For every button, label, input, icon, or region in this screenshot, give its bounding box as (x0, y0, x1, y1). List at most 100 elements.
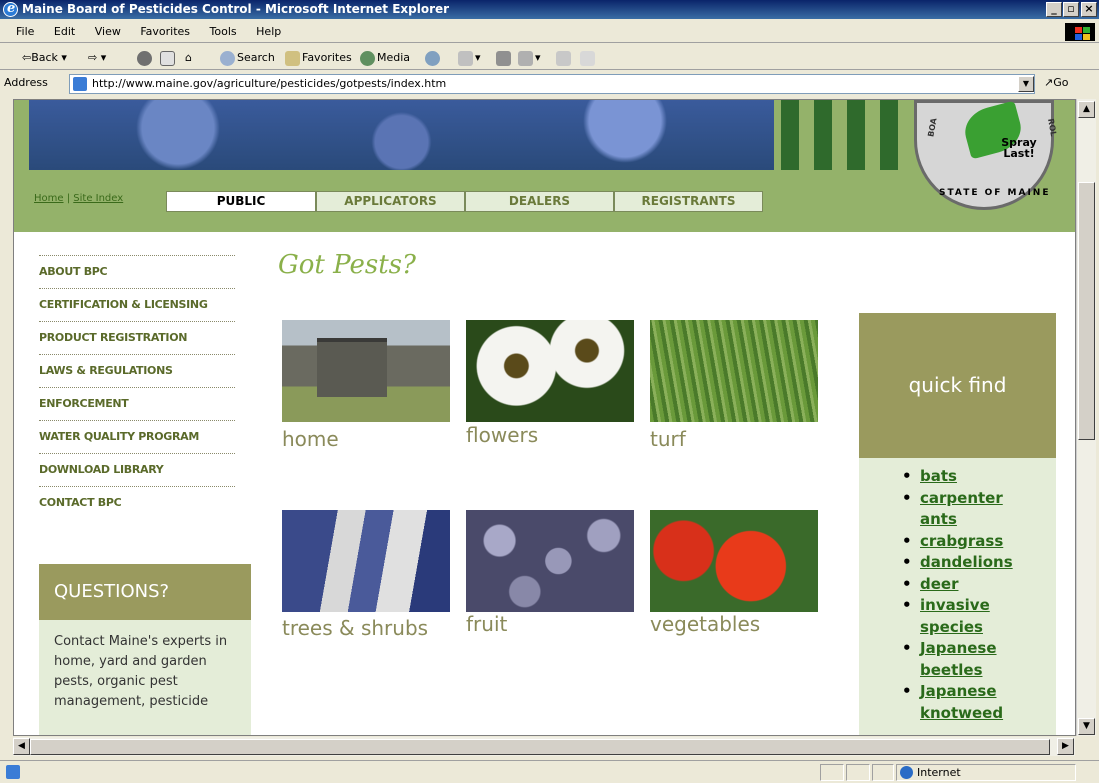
globe-icon (900, 766, 913, 779)
status-pane (872, 764, 894, 781)
quick-find-link[interactable]: Japanese beetles (920, 639, 997, 679)
turf-label[interactable]: turf (650, 427, 686, 451)
menu-tools[interactable]: Tools (210, 25, 237, 38)
search-button[interactable]: Search (220, 49, 275, 66)
flowers-image[interactable] (466, 320, 634, 422)
menu-edit[interactable]: Edit (54, 25, 75, 38)
messenger-button[interactable] (580, 49, 597, 66)
mail-button[interactable]: ▾ (458, 49, 481, 66)
search-icon (220, 50, 235, 66)
quick-find-panel: bats carpenter ants crabgrass dandelions… (859, 458, 1056, 735)
nav-product-registration[interactable]: PRODUCT REGISTRATION (39, 321, 235, 354)
quick-find-link[interactable]: carpenter ants (920, 489, 1003, 529)
media-button[interactable]: Media (360, 49, 410, 66)
quick-find-link[interactable]: crabgrass (920, 532, 1003, 550)
tab-applicators[interactable]: APPLICATORS (316, 191, 465, 212)
nav-contact-bpc[interactable]: CONTACT BPC (39, 486, 235, 519)
menu-bar: File Edit View Favorites Tools Help (0, 21, 1099, 43)
ie-icon: e (3, 1, 18, 17)
forward-arrow-icon: ⇨ (88, 51, 98, 64)
nav-about-bpc[interactable]: ABOUT BPC (39, 255, 235, 288)
back-button[interactable]: ⇦Back ▾ (22, 49, 67, 66)
quick-find-link[interactable]: bats (920, 467, 957, 485)
print-button[interactable] (496, 49, 513, 66)
flowers-label[interactable]: flowers (466, 423, 538, 447)
quick-find-link[interactable]: deer (920, 575, 958, 593)
address-bar: Address http://www.maine.gov/agriculture… (0, 71, 1099, 97)
seal-text: Spray Last! (1001, 136, 1037, 160)
nav-enforcement[interactable]: ENFORCEMENT (39, 387, 235, 420)
favorites-icon (285, 50, 300, 66)
stop-button[interactable] (137, 49, 154, 66)
address-input[interactable]: http://www.maine.gov/agriculture/pestici… (69, 74, 1035, 94)
fruit-label[interactable]: fruit (466, 612, 507, 636)
mail-icon (458, 50, 473, 66)
discuss-icon (556, 50, 571, 66)
scroll-down-button[interactable]: ▼ (1078, 718, 1095, 735)
questions-body: Contact Maine's experts in home, yard an… (39, 620, 251, 735)
go-button[interactable]: ↗Go (1044, 76, 1068, 89)
quick-find-link[interactable]: invasive species (920, 596, 990, 636)
scroll-right-button[interactable]: ▶ (1057, 738, 1074, 755)
seal-left-text: BOA (926, 117, 939, 138)
header-stripe (814, 100, 832, 170)
tab-registrants[interactable]: REGISTRANTS (614, 191, 763, 212)
nav-water-quality[interactable]: WATER QUALITY PROGRAM (39, 420, 235, 453)
tab-dealers[interactable]: DEALERS (465, 191, 614, 212)
vegetables-image[interactable] (650, 510, 818, 612)
quick-find-link[interactable]: dandelions (920, 553, 1013, 571)
menu-file[interactable]: File (16, 25, 34, 38)
horizontal-scroll-thumb[interactable] (30, 739, 1050, 755)
discuss-button[interactable] (556, 49, 573, 66)
home-label[interactable]: home (282, 427, 339, 451)
header-stripe (847, 100, 865, 170)
browser-window: e Maine Board of Pesticides Control - Mi… (0, 0, 1099, 783)
vegetables-label[interactable]: vegetables (650, 612, 760, 636)
tab-public[interactable]: PUBLIC (166, 191, 316, 212)
security-zone: Internet (896, 764, 1076, 781)
title-bar: e Maine Board of Pesticides Control - Mi… (0, 0, 1099, 19)
minimize-button[interactable]: _ (1046, 2, 1062, 17)
scroll-up-button[interactable]: ▲ (1078, 101, 1095, 118)
quick-find-link[interactable]: Japanese knotweed (920, 682, 1003, 722)
refresh-button[interactable] (160, 49, 177, 66)
print-icon (496, 50, 511, 66)
address-dropdown-button[interactable]: ▼ (1018, 76, 1034, 92)
nav-laws-regulations[interactable]: LAWS & REGULATIONS (39, 354, 235, 387)
nav-certification[interactable]: CERTIFICATION & LICENSING (39, 288, 235, 321)
seal-right-text: ROL (1046, 117, 1059, 138)
edit-button[interactable]: ▾ (518, 49, 541, 66)
header-stripe (880, 100, 898, 170)
list-item: bats (859, 466, 1039, 488)
page-icon (73, 77, 87, 91)
windows-logo-icon (1065, 23, 1095, 41)
site-index-link[interactable]: Site Index (73, 193, 123, 204)
home-image[interactable] (282, 320, 450, 422)
list-item: dandelions (859, 552, 1039, 574)
home-button[interactable]: ⌂ (185, 49, 192, 66)
history-button[interactable] (425, 49, 442, 66)
nav-download-library[interactable]: DOWNLOAD LIBRARY (39, 453, 235, 486)
trees-shrubs-label[interactable]: trees & shrubs (282, 616, 428, 640)
close-button[interactable]: × (1081, 2, 1097, 17)
favorites-button[interactable]: Favorites (285, 49, 352, 66)
menu-favorites[interactable]: Favorites (140, 25, 190, 38)
turf-image[interactable] (650, 320, 818, 422)
window-title: Maine Board of Pesticides Control - Micr… (22, 2, 450, 16)
list-item: crabgrass (859, 531, 1039, 553)
edit-icon (518, 50, 533, 66)
header-links: Home | Site Index (34, 193, 124, 204)
go-arrow-icon: ↗ (1044, 76, 1054, 89)
toolbar: ⇦Back ▾ ⇨ ▾ ⌂ Search Favorites Media ▾ ▾ (0, 44, 1099, 70)
seal-bottom-text: STATE OF MAINE (939, 188, 1051, 198)
menu-view[interactable]: View (95, 25, 121, 38)
scroll-left-button[interactable]: ◀ (13, 738, 30, 755)
forward-button[interactable]: ⇨ ▾ (88, 49, 106, 66)
list-item: Japanese beetles (859, 638, 1039, 681)
maximize-button[interactable]: ▫ (1063, 2, 1079, 17)
home-link[interactable]: Home (34, 193, 64, 204)
menu-help[interactable]: Help (256, 25, 281, 38)
fruit-image[interactable] (466, 510, 634, 612)
vertical-scroll-thumb[interactable] (1078, 182, 1095, 440)
trees-shrubs-image[interactable] (282, 510, 450, 612)
